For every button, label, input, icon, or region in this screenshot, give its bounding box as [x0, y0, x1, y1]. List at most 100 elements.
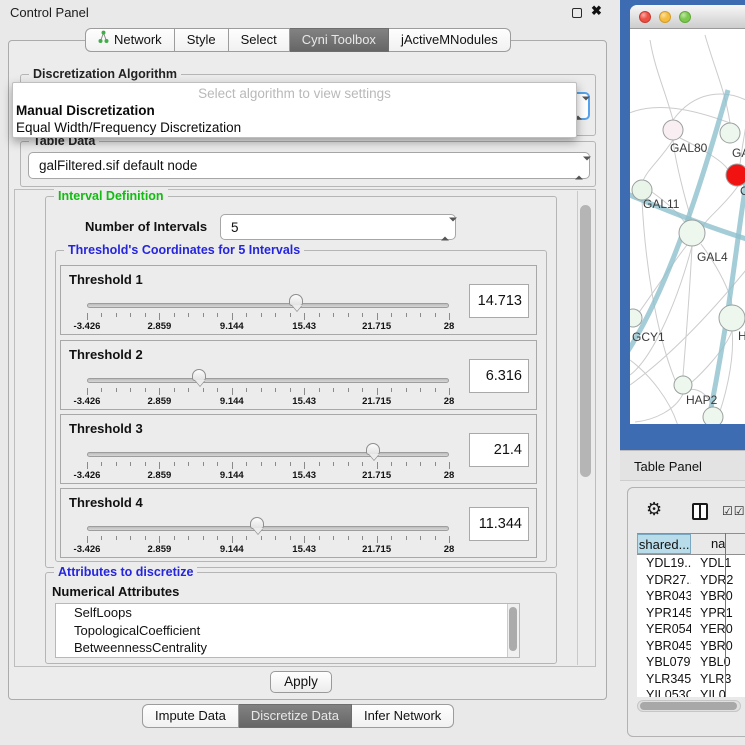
table-row[interactable]: YIL053CYIL0: [637, 687, 745, 697]
network-node[interactable]: [726, 164, 745, 186]
checkboxes-icon[interactable]: ☑☑: [722, 504, 745, 518]
slider-thumb[interactable]: [250, 517, 264, 529]
major-tick: [87, 388, 88, 395]
tab-cyni-toolbox[interactable]: Cyni Toolbox: [290, 28, 389, 52]
split-columns-icon[interactable]: [692, 503, 708, 520]
threshold-label: Threshold 3: [69, 421, 143, 436]
table-cell[interactable]: YBR043C: [637, 588, 691, 605]
tab-discretize-data[interactable]: Discretize Data: [239, 704, 352, 728]
network-graph[interactable]: GAL80GACGAL11GAL4GCY1HHAP2: [630, 30, 745, 424]
table-row[interactable]: YLR345WYLR3: [637, 671, 745, 688]
table-cell[interactable]: YBL0: [691, 654, 745, 671]
close-light[interactable]: [639, 11, 651, 23]
tab-select[interactable]: Select: [229, 28, 290, 52]
column-header-name[interactable]: na: [691, 534, 745, 554]
slider-thumb[interactable]: [192, 369, 206, 381]
column-divider[interactable]: [725, 533, 726, 697]
slider-thumb[interactable]: [366, 443, 380, 455]
slider-thumb[interactable]: [289, 294, 303, 306]
table-cell[interactable]: YIL053C: [637, 687, 691, 697]
table-row[interactable]: YDR27...YDR2: [637, 572, 745, 589]
table-cell[interactable]: YBR0: [691, 588, 745, 605]
menu-item-manual-discretization[interactable]: Manual Discretization: [16, 103, 155, 118]
table-cell[interactable]: YDL19...: [637, 555, 691, 572]
node-label: GA: [732, 146, 745, 160]
table-cell[interactable]: YPR145W: [637, 605, 691, 622]
network-edge[interactable]: [692, 331, 732, 382]
menu-item-equal-width-frequency[interactable]: Equal Width/Frequency Discretization: [16, 120, 241, 135]
list-scrollbar-thumb[interactable]: [509, 607, 517, 651]
network-node[interactable]: [663, 120, 683, 140]
close-icon[interactable]: ✖: [591, 3, 602, 19]
table-cell[interactable]: YER0: [691, 621, 745, 638]
threshold-value-field[interactable]: [469, 359, 529, 393]
network-edge[interactable]: [683, 246, 692, 376]
table-cell[interactable]: YPR1: [691, 605, 745, 622]
major-tick: [449, 388, 450, 395]
network-canvas[interactable]: GAL80GACGAL11GAL4GCY1HHAP2: [630, 30, 745, 424]
threshold-value-field[interactable]: [469, 433, 529, 467]
table-row[interactable]: YBR043CYBR0: [637, 588, 745, 605]
table-cell[interactable]: YBR0: [691, 638, 745, 655]
slider-track[interactable]: [87, 303, 449, 308]
zoom-light[interactable]: [679, 11, 691, 23]
table-cell[interactable]: YLR345W: [637, 671, 691, 688]
table-row[interactable]: YDL19...YDL1: [637, 555, 745, 572]
list-item-betweennesscentrality[interactable]: BetweennessCentrality: [56, 639, 519, 657]
slider-track[interactable]: [87, 378, 449, 383]
tab-impute-data[interactable]: Impute Data: [142, 704, 239, 728]
gear-icon[interactable]: ⚙: [646, 499, 662, 520]
table-cell[interactable]: YLR3: [691, 671, 745, 688]
table-data-combobox[interactable]: galFiltered.sif default node: [28, 152, 590, 179]
column-header-shared-name[interactable]: shared...: [637, 534, 691, 554]
algorithm-placeholder: Select algorithm to view settings: [13, 86, 576, 101]
table-row[interactable]: YBR045CYBR0: [637, 638, 745, 655]
slider-track[interactable]: [87, 526, 449, 531]
network-edge[interactable]: [643, 140, 673, 181]
list-item-selfloops[interactable]: SelfLoops: [56, 604, 519, 622]
float-window-icon[interactable]: [572, 8, 582, 18]
table-cell[interactable]: YDR27...: [637, 572, 691, 589]
table-cell[interactable]: YBL079W: [637, 654, 691, 671]
tab-jactivemnodules[interactable]: jActiveMNodules: [389, 28, 511, 52]
threshold-label: Threshold 4: [69, 495, 143, 510]
network-edge[interactable]: [630, 107, 730, 123]
tab-label: Impute Data: [155, 705, 226, 727]
tab-style[interactable]: Style: [175, 28, 229, 52]
network-node[interactable]: [720, 123, 740, 143]
tab-infer-network[interactable]: Infer Network: [352, 704, 454, 728]
network-node[interactable]: [679, 220, 705, 246]
network-edge[interactable]: [703, 186, 738, 226]
slider-track[interactable]: [87, 452, 449, 457]
network-edge[interactable]: [635, 394, 683, 422]
tick-label: 15.43: [292, 396, 316, 407]
minimize-light[interactable]: [659, 11, 671, 23]
network-edge-thick[interactable]: [707, 170, 745, 424]
list-item-topologicalcoefficient[interactable]: TopologicalCoefficient: [56, 622, 519, 640]
table-cell[interactable]: YDL1: [691, 555, 745, 572]
table-cell[interactable]: YDR2: [691, 572, 745, 589]
number-of-intervals-combobox[interactable]: 5: [220, 214, 456, 240]
minor-tick: [116, 536, 117, 540]
table-row[interactable]: YBL079WYBL0: [637, 654, 745, 671]
network-window-titlebar[interactable]: [630, 5, 745, 29]
table-cell[interactable]: YBR045C: [637, 638, 691, 655]
table-cell[interactable]: YER054C: [637, 621, 691, 638]
tab-network[interactable]: Network: [85, 28, 175, 52]
vertical-scrollbar-thumb[interactable]: [580, 205, 591, 477]
table-row[interactable]: YPR145WYPR1: [637, 605, 745, 622]
network-edge[interactable]: [705, 35, 730, 123]
network-edge[interactable]: [630, 246, 692, 375]
table-row[interactable]: YER054CYER0: [637, 621, 745, 638]
horizontal-scrollbar-thumb[interactable]: [640, 702, 737, 710]
threshold-value-field[interactable]: [469, 284, 529, 318]
list-scrollbar[interactable]: [507, 604, 519, 657]
network-node[interactable]: [719, 305, 745, 331]
network-node[interactable]: [630, 309, 642, 327]
network-node[interactable]: [703, 407, 723, 424]
apply-button[interactable]: Apply: [270, 671, 332, 693]
numerical-attributes-list[interactable]: SelfLoopsTopologicalCoefficientBetweenne…: [55, 603, 520, 658]
threshold-value-field[interactable]: [469, 507, 529, 541]
table-cell[interactable]: YIL0: [691, 687, 745, 697]
network-node[interactable]: [674, 376, 692, 394]
